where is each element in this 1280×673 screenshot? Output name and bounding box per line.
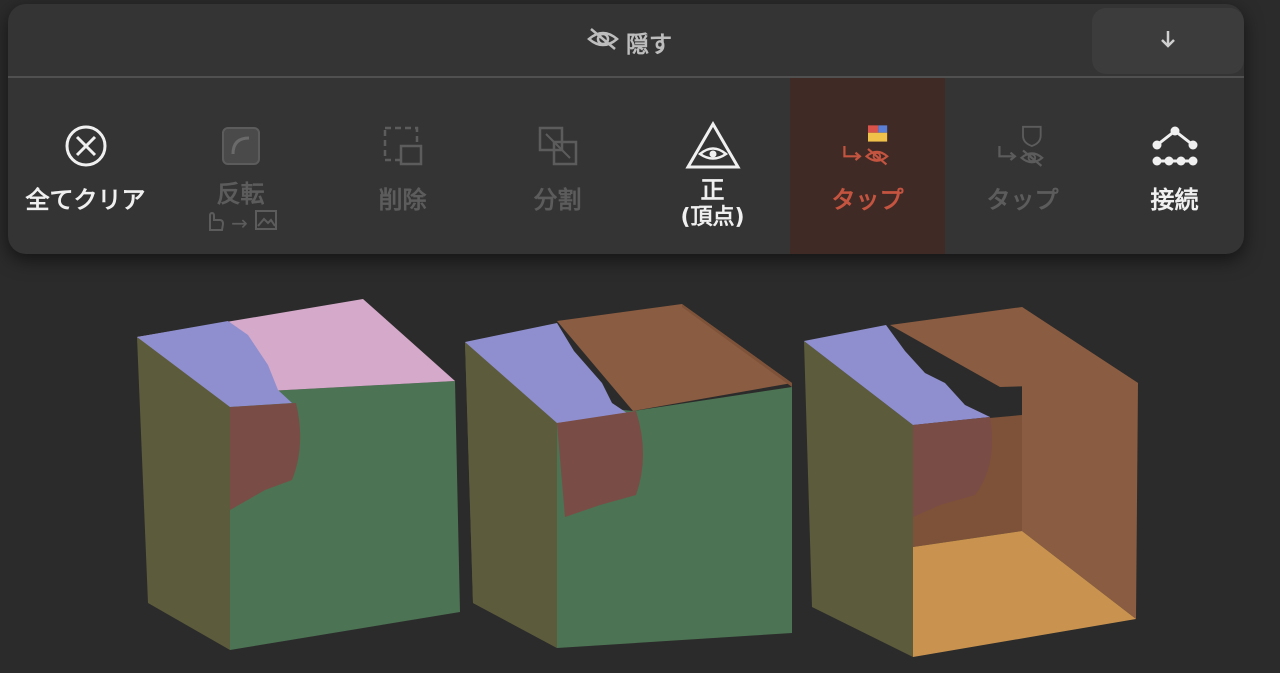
hidden-eye-icon [586, 25, 620, 59]
image-icon [254, 209, 278, 236]
invert-icon [213, 118, 269, 174]
connect-label: 接続 [1150, 186, 1199, 214]
invert-label: 反転 [216, 180, 265, 208]
circle-x-icon [58, 118, 114, 174]
tap-polygroup-button[interactable]: タップ [790, 78, 945, 254]
cube-3[interactable] [804, 307, 1138, 657]
tap-mask-button[interactable]: タップ [945, 78, 1100, 254]
invert-button[interactable]: 反転 → [163, 78, 318, 254]
panel-title[interactable]: 隠す [586, 24, 672, 60]
cube-1[interactable] [137, 299, 460, 650]
arrow-down-icon [1157, 28, 1179, 54]
delete-button[interactable]: 削除 [325, 78, 480, 254]
positive-label: 正 [700, 176, 725, 204]
clear-all-label: 全てクリア [25, 186, 146, 214]
invert-arrow: → [231, 210, 248, 235]
panel-header: 隠す [8, 4, 1244, 78]
cube-2[interactable] [465, 304, 792, 648]
hide-tool-panel: 隠す 全てクリア 反転 → 削除 分割 正 (頂点) タップ タップ 接続 [8, 4, 1244, 254]
viewport[interactable] [0, 255, 1280, 669]
eye-pyramid-icon [684, 118, 741, 174]
clear-all-button[interactable]: 全てクリア [8, 78, 163, 254]
tap-hide-mask-icon [995, 118, 1051, 174]
connect-icon [1147, 118, 1203, 174]
panel-title-text: 隠す [626, 32, 672, 58]
split-icon [530, 118, 586, 174]
collapse-button[interactable] [1092, 8, 1244, 74]
tap-polygroup-label: タップ [831, 186, 904, 214]
delete-label: 削除 [378, 186, 427, 214]
positive-vertex-button[interactable]: 正 (頂点) [635, 78, 790, 254]
connect-button[interactable]: 接続 [1097, 78, 1244, 254]
positive-sublabel: (頂点) [680, 205, 745, 230]
tap-hide-polygroup-icon [840, 118, 896, 174]
invert-sublabel: → [203, 208, 278, 237]
delete-selection-icon [375, 118, 431, 174]
split-label: 分割 [533, 186, 582, 214]
tool-row: 全てクリア 反転 → 削除 分割 正 (頂点) タップ タップ 接続 [8, 78, 1244, 254]
hand-pointer-icon [203, 208, 225, 237]
split-button[interactable]: 分割 [480, 78, 635, 254]
tap-mask-label: タップ [986, 186, 1059, 214]
